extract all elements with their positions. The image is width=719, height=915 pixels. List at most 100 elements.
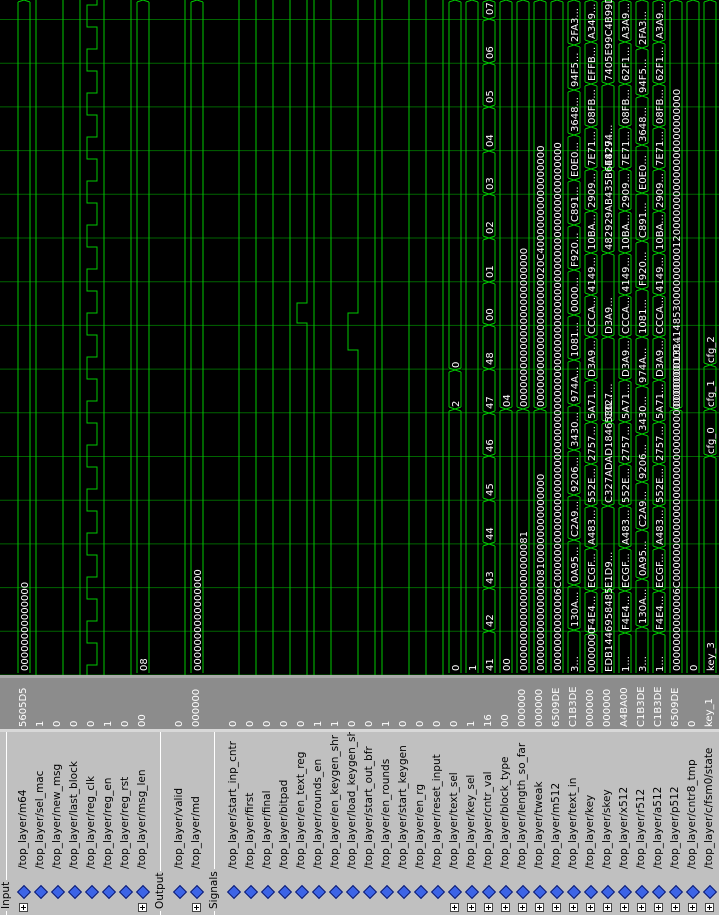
signal-row-first[interactable]: /top_layer/first xyxy=(243,732,258,915)
input-group-header[interactable]: Input xyxy=(0,879,13,911)
signal-row-key_sel[interactable]: /top_layer/key_sel xyxy=(464,732,479,915)
pane-splitter-2[interactable] xyxy=(0,675,719,678)
signal-value: 0 xyxy=(347,720,358,727)
signal-row-length_so_far[interactable]: /top_layer/length_so_far xyxy=(515,732,530,915)
signal-row-sel_mac[interactable]: /top_layer/sel_mac xyxy=(33,732,48,915)
expand-icon[interactable] xyxy=(192,903,201,912)
signal-row-key[interactable]: /top_layer/key xyxy=(583,732,598,915)
signal-row-load_keygen_shr[interactable]: /top_layer/load_keygen_shr xyxy=(345,726,360,915)
signal-row-start_inp_cntr[interactable]: /top_layer/start_inp_cntr xyxy=(226,732,241,915)
signal-row-reg_clk[interactable]: /top_layer/reg_clk xyxy=(84,732,99,915)
wave-pane[interactable]: 00000000000000 08 0000000000000000 0 2 0 1 41 42… xyxy=(0,0,719,675)
wave-label-a512: 5A71... xyxy=(655,384,666,419)
signal-name: /top_layer/first xyxy=(244,792,256,869)
signal-row-text_sel[interactable]: /top_layer/text_sel xyxy=(447,732,462,915)
expand-icon[interactable] xyxy=(19,903,28,912)
signal-row-start_out_bfr[interactable]: /top_layer/start_out_bfr xyxy=(362,732,377,915)
signal-name: /top_layer/p512 xyxy=(669,786,681,869)
wave-label-key: A349... xyxy=(587,4,598,39)
signal-row-skey[interactable]: /top_layer/skey xyxy=(600,732,615,915)
signal-value: 000000 xyxy=(602,688,613,727)
wave-text_in-edge xyxy=(567,627,581,631)
wave-label-r512: 3648... xyxy=(638,107,649,142)
signal-value-row: 0 xyxy=(362,678,377,729)
pane-splitter[interactable] xyxy=(0,729,719,732)
expand-icon[interactable] xyxy=(450,903,459,912)
signal-value: 0 xyxy=(52,720,63,727)
output-group-header[interactable]: Output xyxy=(154,870,167,911)
signal-diamond-icon xyxy=(704,887,715,898)
signal-row-text_in[interactable]: /top_layer/text_in xyxy=(566,732,581,915)
wave-label-skey: 4829... xyxy=(604,131,615,166)
signal-row-cntr8_tmp[interactable]: /top_layer/cntr8_tmp xyxy=(685,732,700,915)
signal-row-rounds_en[interactable]: /top_layer/rounds_en xyxy=(311,732,326,915)
wave-canvas[interactable]: 00000000000000 08 0000000000000000 0201 4142… xyxy=(0,0,719,675)
signal-row-state[interactable]: /top_layer/c/fsm0/state xyxy=(702,732,717,915)
wave-label-a512: 7E71... xyxy=(655,131,666,166)
wave-cntr_val-edge xyxy=(482,322,496,326)
expand-icon[interactable] xyxy=(552,903,561,912)
signal-value-row: 1 xyxy=(33,678,48,729)
signal-value-row: 5605D5 xyxy=(16,678,31,729)
signal-row-reg_rst[interactable]: /top_layer/reg_rst xyxy=(118,732,133,915)
signals-group-header[interactable]: Signals xyxy=(208,869,221,911)
expand-icon[interactable] xyxy=(535,903,544,912)
expand-icon[interactable] xyxy=(637,903,646,912)
signal-diamond-icon xyxy=(347,887,358,898)
signal-row-bitpad[interactable]: /top_layer/bitpad xyxy=(277,732,292,915)
signal-row-start_keygen[interactable]: /top_layer/start_keygen xyxy=(396,732,411,915)
expand-icon[interactable] xyxy=(501,903,510,912)
wave-label-text_in: F920... xyxy=(570,233,581,267)
signal-row-m512[interactable]: /top_layer/m512 xyxy=(549,732,564,915)
signal-row-last_block[interactable]: /top_layer/last_block xyxy=(67,732,82,915)
signal-value-row: 1 xyxy=(379,678,394,729)
expand-icon[interactable] xyxy=(467,903,476,912)
expand-icon[interactable] xyxy=(518,903,527,912)
signal-row-reg_en[interactable]: /top_layer/reg_en xyxy=(101,732,116,915)
expand-icon[interactable] xyxy=(620,903,629,912)
signal-value-row: 0 xyxy=(413,678,428,729)
wave-text_in-edge xyxy=(567,357,581,361)
signal-row-a512[interactable]: /top_layer/a512 xyxy=(651,732,666,915)
expand-icon[interactable] xyxy=(671,903,680,912)
signal-row-p512[interactable]: /top_layer/p512 xyxy=(668,732,683,915)
wave-label-p512: 0000000133414853000000000120000000000000… xyxy=(672,89,683,407)
signal-name: /top_layer/valid xyxy=(173,787,185,869)
signal-row-reset_input[interactable]: /top_layer/reset_input xyxy=(430,732,445,915)
signal-row-cntr_val[interactable]: /top_layer/cntr_val xyxy=(481,732,496,915)
signal-row-md[interactable]: /top_layer/md xyxy=(189,732,204,915)
signal-row-en_keygen_shr[interactable]: /top_layer/en_keygen_shr xyxy=(328,732,343,915)
signal-names-pane[interactable]: Input/top_layer/m64/top_layer/sel_mac/to… xyxy=(0,726,719,915)
signal-row-en_rounds[interactable]: /top_layer/en_rounds xyxy=(379,732,394,915)
signal-row-tweak[interactable]: /top_layer/tweak xyxy=(532,732,547,915)
expand-icon[interactable] xyxy=(484,903,493,912)
wave-label-x512: 2757... xyxy=(621,426,632,461)
expand-icon[interactable] xyxy=(688,903,697,912)
wave-a512-edge xyxy=(652,250,666,254)
expand-icon[interactable] xyxy=(705,903,714,912)
signal-row-r512[interactable]: /top_layer/r512 xyxy=(634,732,649,915)
expand-icon[interactable] xyxy=(654,903,663,912)
signal-row-valid[interactable]: /top_layer/valid xyxy=(172,732,187,915)
signal-row-msg_len[interactable]: /top_layer/msg_len xyxy=(135,732,150,915)
wave-label-a512: CCCA... xyxy=(655,297,666,334)
expand-icon[interactable] xyxy=(603,903,612,912)
expand-icon[interactable] xyxy=(569,903,578,912)
signal-row-block_type[interactable]: /top_layer/block_type xyxy=(498,732,513,915)
wave-x512-edge xyxy=(618,292,632,296)
expand-icon[interactable] xyxy=(586,903,595,912)
wave-label-state: cfg_0 xyxy=(706,427,717,454)
signal-row-final[interactable]: /top_layer/final xyxy=(260,732,275,915)
signal-row-x512[interactable]: /top_layer/x512 xyxy=(617,732,632,915)
signal-name: /top_layer/bitpad xyxy=(278,779,290,869)
wave-x512-edge xyxy=(618,166,632,170)
wave-text_in-edge xyxy=(567,132,581,136)
wave-label-x512: 62F1... xyxy=(621,47,632,81)
signal-row-en_text_reg[interactable]: /top_layer/en_text_reg xyxy=(294,732,309,915)
expand-icon[interactable] xyxy=(138,903,147,912)
signal-row-en_rg[interactable]: /top_layer/en_rg xyxy=(413,732,428,915)
signal-row-new_msg[interactable]: /top_layer/new_msg xyxy=(50,732,65,915)
signal-row-m64[interactable]: /top_layer/m64 xyxy=(16,732,31,915)
wave-x512-edge xyxy=(618,39,632,43)
signal-value: 0 xyxy=(86,720,97,727)
